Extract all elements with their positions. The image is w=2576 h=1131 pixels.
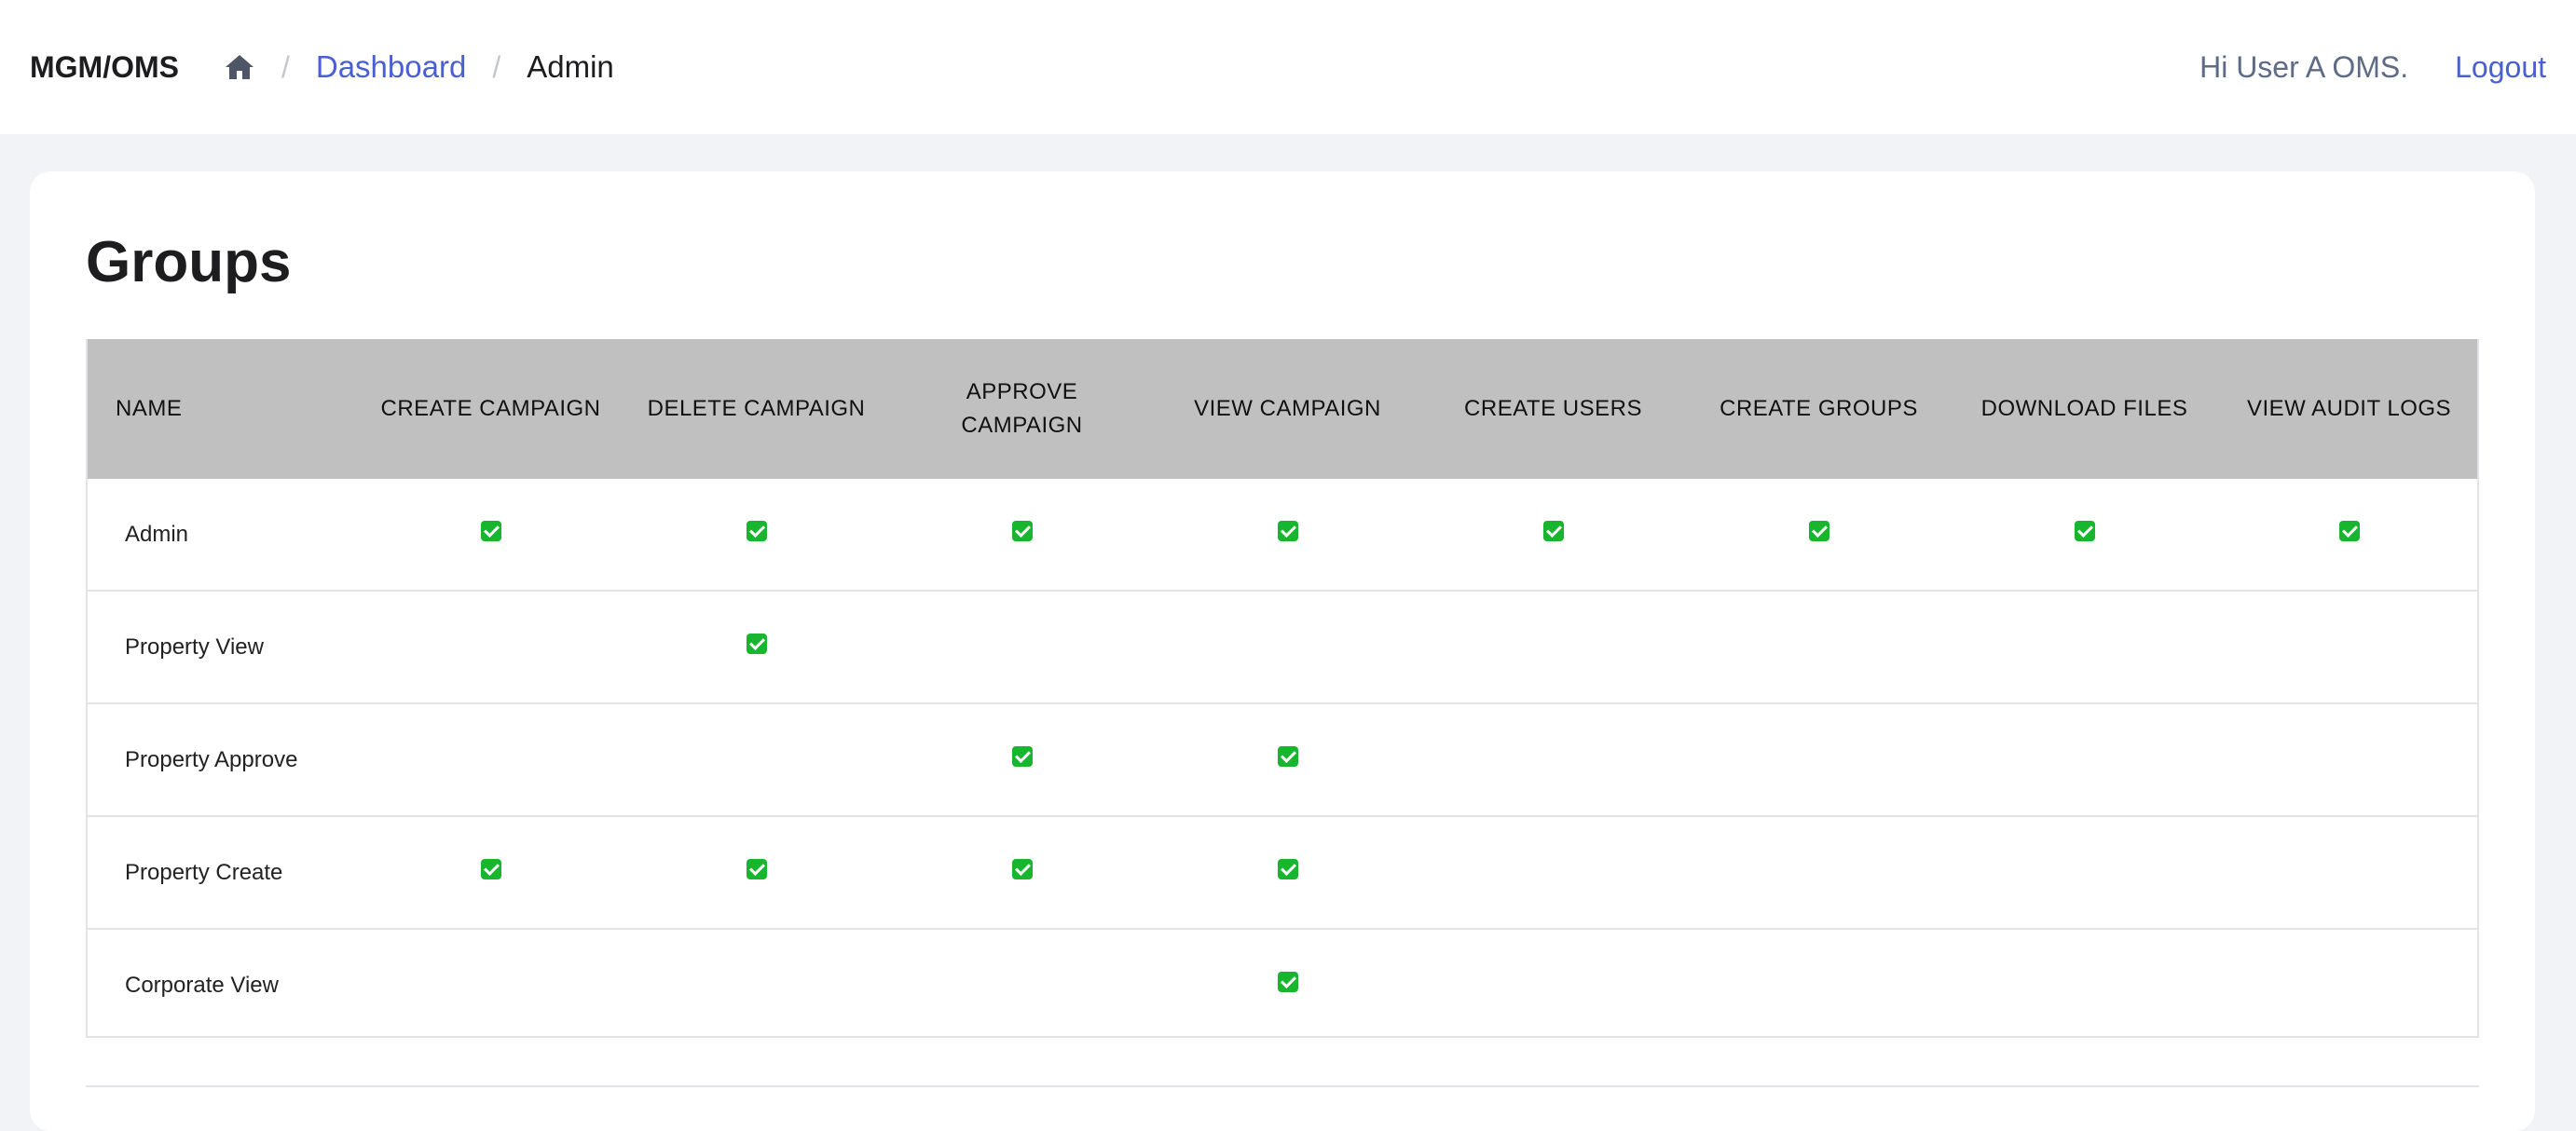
permission-cell xyxy=(358,816,623,930)
table-row[interactable]: Property View xyxy=(88,591,2477,704)
column-header: DELETE CAMPAIGN xyxy=(623,339,889,479)
permission-cell xyxy=(889,479,1155,592)
permission-cell xyxy=(1155,703,1420,817)
check-icon xyxy=(480,521,501,541)
divider xyxy=(86,1085,2479,1087)
permission-cell xyxy=(623,929,889,1036)
group-name-cell: Admin xyxy=(88,479,358,592)
table-body: Admin Property View Property Approve Proper… xyxy=(88,479,2477,1036)
home-icon[interactable] xyxy=(224,52,255,82)
permission-cell xyxy=(358,591,623,704)
breadcrumb-current-admin: Admin xyxy=(527,49,614,84)
permission-cell xyxy=(1155,816,1420,930)
permission-cell xyxy=(2217,479,2477,592)
permission-cell xyxy=(623,591,889,704)
column-header: CREATE USERS xyxy=(1420,339,1686,479)
permission-cell xyxy=(1155,591,1420,704)
permission-cell xyxy=(1420,479,1686,592)
breadcrumb-separator: / xyxy=(492,49,501,84)
column-header: VIEW CAMPAIGN xyxy=(1155,339,1420,479)
group-name-cell: Property Approve xyxy=(88,703,358,817)
permission-cell xyxy=(1952,703,2217,817)
permission-cell xyxy=(1952,816,2217,930)
table-row[interactable]: Property Create xyxy=(88,816,2477,930)
permission-cell xyxy=(1155,929,1420,1036)
permission-cell xyxy=(1952,929,2217,1036)
groups-table-container[interactable]: NAME CREATE CAMPAIGN DELETE CAMPAIGN APPROV… xyxy=(86,339,2479,1038)
permission-cell xyxy=(2217,929,2477,1036)
permission-cell xyxy=(2217,591,2477,704)
column-header: NAME xyxy=(88,339,358,479)
top-navbar: MGM/OMS / Dashboard / Admin Hi User A OM… xyxy=(0,0,2576,134)
permission-cell xyxy=(1420,929,1686,1036)
table-header: NAME CREATE CAMPAIGN DELETE CAMPAIGN APPROV… xyxy=(88,339,2477,479)
column-header: APPROVE CAMPAIGN xyxy=(889,339,1155,479)
permission-cell xyxy=(1952,591,2217,704)
table-row[interactable]: Admin xyxy=(88,479,2477,592)
check-icon xyxy=(746,521,767,541)
permission-cell xyxy=(1686,479,1952,592)
check-icon xyxy=(1277,859,1298,879)
permission-cell xyxy=(1686,816,1952,930)
table-row[interactable]: Property Approve xyxy=(88,703,2477,817)
permission-cell xyxy=(889,929,1155,1036)
check-icon xyxy=(2338,521,2360,541)
permission-cell xyxy=(623,816,889,930)
permission-cell xyxy=(1952,479,2217,592)
check-icon xyxy=(1808,521,1829,541)
group-name-cell: Property View xyxy=(88,591,358,704)
permission-cell xyxy=(358,929,623,1036)
permission-cell xyxy=(1686,929,1952,1036)
check-icon xyxy=(2074,521,2095,541)
groups-card: Groups NAME CREATE CAMPAIGN DELETE CAMPAIG… xyxy=(30,171,2535,1131)
column-header: CREATE CAMPAIGN xyxy=(358,339,623,479)
permission-cell xyxy=(2217,816,2477,930)
breadcrumb: / Dashboard / Admin xyxy=(224,49,614,85)
page-title: Groups xyxy=(86,230,292,294)
group-name-cell: Property Create xyxy=(88,816,358,930)
permission-cell xyxy=(623,703,889,817)
table-row[interactable]: Corporate View xyxy=(88,929,2477,1036)
breadcrumb-dashboard-link[interactable]: Dashboard xyxy=(316,49,466,85)
column-header: CREATE GROUPS xyxy=(1686,339,1952,479)
group-name-cell: Corporate View xyxy=(88,929,358,1036)
table-header-row: NAME CREATE CAMPAIGN DELETE CAMPAIGN APPROV… xyxy=(88,339,2477,479)
check-icon xyxy=(1011,859,1033,879)
permission-cell xyxy=(1686,591,1952,704)
permission-cell xyxy=(889,703,1155,817)
user-greeting: Hi User A OMS. xyxy=(2199,49,2409,84)
breadcrumb-separator: / xyxy=(281,49,290,84)
column-header: DOWNLOAD FILES xyxy=(1952,339,2217,479)
permission-cell xyxy=(1420,816,1686,930)
check-icon xyxy=(1277,746,1298,767)
check-icon xyxy=(1277,972,1298,992)
column-header: VIEW AUDIT LOGS xyxy=(2217,339,2477,479)
check-icon xyxy=(480,859,501,879)
permission-cell xyxy=(1686,703,1952,817)
check-icon xyxy=(746,634,767,654)
check-icon xyxy=(1542,521,1564,541)
check-icon xyxy=(1011,746,1033,767)
user-area: Hi User A OMS. Logout xyxy=(2199,50,2546,85)
permission-cell xyxy=(358,703,623,817)
permission-cell xyxy=(889,816,1155,930)
permission-cell xyxy=(1420,703,1686,817)
app-brand[interactable]: MGM/OMS xyxy=(30,50,179,85)
permission-cell xyxy=(358,479,623,592)
permission-cell xyxy=(623,479,889,592)
permission-cell xyxy=(1155,479,1420,592)
permission-cell xyxy=(2217,703,2477,817)
check-icon xyxy=(746,859,767,879)
groups-table: NAME CREATE CAMPAIGN DELETE CAMPAIGN APPROV… xyxy=(88,339,2477,1036)
check-icon xyxy=(1277,521,1298,541)
permission-cell xyxy=(1420,591,1686,704)
permission-cell xyxy=(889,591,1155,704)
logout-link[interactable]: Logout xyxy=(2455,50,2546,85)
check-icon xyxy=(1011,521,1033,541)
